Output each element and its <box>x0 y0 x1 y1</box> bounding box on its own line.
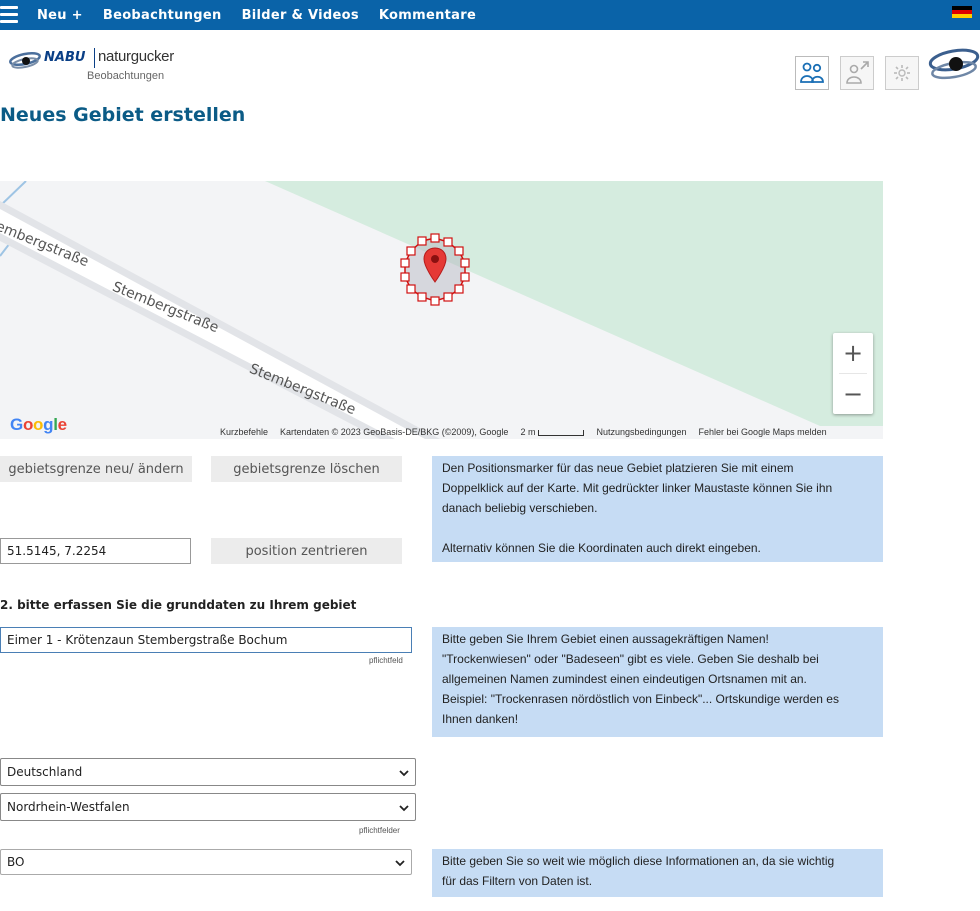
settings-button[interactable] <box>885 56 919 90</box>
info-box-marker: Den Positionsmarker für das neue Gebiet … <box>432 456 883 562</box>
center-position-button[interactable]: position zentrieren <box>211 538 402 564</box>
district-select[interactable]: BO <box>0 849 412 875</box>
zoom-out-button[interactable]: − <box>833 374 873 414</box>
map-scale: 2 m <box>514 427 590 437</box>
gear-icon <box>894 65 910 81</box>
area-name-input[interactable]: Eimer 1 - Krötenzaun Stembergstraße Boch… <box>0 627 412 653</box>
logo-subtitle: Beobachtungen <box>87 70 165 82</box>
person-arrow-icon <box>846 61 869 84</box>
main-nav: Neu + Beobachtungen Bilder & Videos Komm… <box>37 0 476 30</box>
hamburger-menu-icon[interactable] <box>0 6 18 24</box>
section-heading: 2. bitte erfassen Sie die grunddaten zu … <box>0 598 357 612</box>
nav-comments[interactable]: Kommentare <box>379 8 476 23</box>
boundary-edit-button[interactable]: gebietsgrenze neu/ ändern <box>0 456 192 482</box>
required-fields-label: pflichtfelder <box>359 826 400 835</box>
naturgucker-wordmark: naturgucker <box>98 48 174 65</box>
info-box-name: Bitte geben Sie Ihrem Gebiet einen aussa… <box>432 627 883 737</box>
state-select[interactable]: Nordrhein-Westfalen <box>0 793 416 821</box>
chevron-down-icon <box>395 860 405 867</box>
zoom-in-button[interactable]: + <box>833 333 873 373</box>
map-zoom-control: + − <box>833 333 873 414</box>
nav-observations[interactable]: Beobachtungen <box>103 8 222 23</box>
map-shortcuts-link[interactable]: Kurzbefehle <box>214 427 274 437</box>
german-flag-icon[interactable] <box>952 6 972 18</box>
info-box-filter: Bitte geben Sie so weit wie möglich dies… <box>432 849 883 897</box>
nabu-swirl-icon <box>9 51 41 69</box>
top-navigation-bar: Neu + Beobachtungen Bilder & Videos Komm… <box>0 0 980 30</box>
eye-logo-icon <box>928 48 980 80</box>
map-terms-link[interactable]: Nutzungsbedingungen <box>590 427 692 437</box>
nav-new[interactable]: Neu + <box>37 8 83 23</box>
chevron-down-icon <box>399 770 409 777</box>
map-canvas[interactable]: Stembergstraße Stembergstraße Stembergst… <box>0 181 883 439</box>
required-field-label: pflichtfeld <box>369 656 403 665</box>
google-logo[interactable]: Google <box>10 415 67 435</box>
map-data-credit: Kartendaten © 2023 GeoBasis-DE/BKG (©200… <box>280 427 509 437</box>
nav-images-videos[interactable]: Bilder & Videos <box>242 8 359 23</box>
country-select[interactable]: Deutschland <box>0 758 416 786</box>
people-button[interactable] <box>795 56 829 90</box>
map-report-link[interactable]: Fehler bei Google Maps melden <box>693 427 833 437</box>
location-marker-icon[interactable] <box>423 247 447 283</box>
map-attribution: Kurzbefehle Kartendaten © 2023 GeoBasis-… <box>214 425 833 439</box>
profile-share-button[interactable] <box>840 56 874 90</box>
page-title: Neues Gebiet erstellen <box>0 104 246 126</box>
coordinates-input[interactable]: 51.5145, 7.2254 <box>0 538 191 564</box>
nabu-brand: NABU <box>44 50 86 65</box>
chevron-down-icon <box>399 805 409 812</box>
boundary-delete-button[interactable]: gebietsgrenze löschen <box>211 456 402 482</box>
people-icon <box>800 62 824 83</box>
